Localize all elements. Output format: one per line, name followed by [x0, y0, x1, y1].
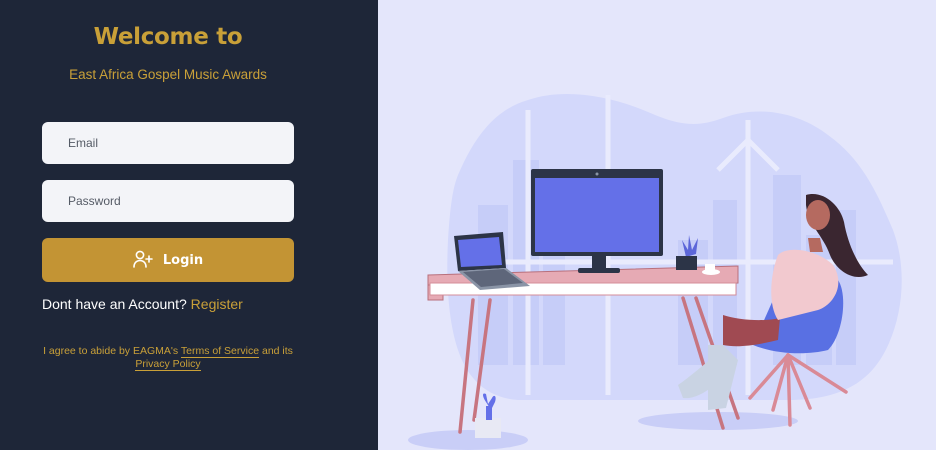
login-button-label: Login: [162, 252, 204, 268]
privacy-policy-link[interactable]: Privacy Policy: [135, 358, 201, 371]
user-plus-icon: [133, 250, 153, 271]
page-subtitle: East Africa Gospel Music Awards: [69, 67, 267, 82]
page-title: Welcome to: [93, 24, 243, 50]
illustration-panel: [378, 0, 936, 450]
register-prompt-line: Dont have an Account? Register: [42, 296, 243, 312]
register-link[interactable]: Register: [191, 296, 243, 312]
terms-of-service-link[interactable]: Terms of Service: [180, 345, 260, 358]
terms-middle: and its: [261, 345, 293, 357]
terms-prefix: I agree to abide by EAGMA's: [43, 345, 179, 357]
terms-notice: I agree to abide by EAGMA's Terms of Ser…: [30, 345, 306, 371]
login-panel: Welcome to East Africa Gospel Music Awar…: [0, 0, 378, 450]
register-prompt: Dont have an Account?: [42, 296, 187, 312]
email-field[interactable]: [42, 122, 294, 164]
login-button[interactable]: Login: [42, 238, 294, 282]
workspace-illustration: [378, 0, 936, 450]
password-field[interactable]: [42, 180, 294, 222]
